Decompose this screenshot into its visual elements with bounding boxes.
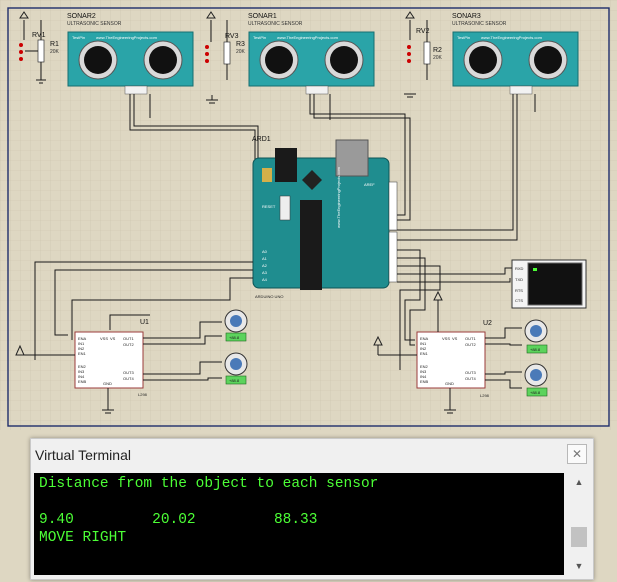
svg-text:+88.8: +88.8 <box>530 347 541 352</box>
svg-text:RESET: RESET <box>262 204 276 209</box>
virtual-terminal-window[interactable]: Virtual Terminal ✕ Distance from the obj… <box>30 438 594 580</box>
svg-text:OUT2: OUT2 <box>465 342 476 347</box>
svg-text:RXD: RXD <box>515 266 524 271</box>
svg-text:VS: VS <box>110 336 116 341</box>
svg-text:CTS: CTS <box>515 298 523 303</box>
driver-u1-part: L298 <box>138 392 148 397</box>
svg-text:www.TheEngineeringProjects.com: www.TheEngineeringProjects.com <box>277 35 339 40</box>
svg-text:VS: VS <box>452 336 458 341</box>
driver-u1-ref: U1 <box>140 319 149 326</box>
svg-text:+88.8: +88.8 <box>229 335 240 340</box>
svg-text:+88.8: +88.8 <box>530 390 541 395</box>
svg-text:OUT2: OUT2 <box>123 342 134 347</box>
svg-text:VSS: VSS <box>100 336 108 341</box>
sonar3-name: SONAR3 <box>452 13 481 20</box>
sonar2-name: SONAR2 <box>67 13 96 20</box>
virtual-terminal-component[interactable]: RXD TXD RTS CTS <box>511 259 587 309</box>
svg-text:OUT3: OUT3 <box>123 370 134 375</box>
chevron-down-icon[interactable]: ▼ <box>568 557 590 575</box>
terminal-line: Distance from the object to each sensor <box>39 476 379 492</box>
svg-text:20K: 20K <box>50 49 60 55</box>
svg-text:OUT4: OUT4 <box>465 376 476 381</box>
terminal-scrollbar[interactable]: ▲ ▼ <box>568 473 590 575</box>
svg-text:R3: R3 <box>236 41 245 48</box>
svg-text:RTS: RTS <box>515 288 523 293</box>
svg-text:OUT4: OUT4 <box>123 376 134 381</box>
arduino-name: ARDUINO UNO <box>255 294 283 299</box>
svg-text:20K: 20K <box>236 49 246 55</box>
motor-2[interactable]: +88.8 <box>224 352 248 385</box>
close-icon[interactable]: ✕ <box>567 444 587 464</box>
svg-text:20K: 20K <box>433 55 443 61</box>
terminal-line: 9.40 20.02 88.33 <box>39 512 318 528</box>
scrollbar-thumb[interactable] <box>571 527 587 547</box>
driver-u2-part: L298 <box>480 393 490 398</box>
terminal-line: MOVE RIGHT <box>39 530 127 546</box>
sonar3-type: ULTRASONIC SENSOR <box>452 21 507 27</box>
svg-text:EN1: EN1 <box>420 351 429 356</box>
svg-text:TestPin: TestPin <box>72 35 85 40</box>
svg-text:AREF: AREF <box>364 182 375 187</box>
svg-text:TestPin: TestPin <box>253 35 266 40</box>
arduino-uno[interactable]: ARD1 AREF RESET A0 A1 A2 A3 A4 ARDUINO U… <box>252 136 398 299</box>
motor-1[interactable]: +88.8 <box>224 309 248 342</box>
svg-text:A2: A2 <box>262 263 268 268</box>
svg-text:EN1: EN1 <box>78 351 87 356</box>
svg-text:GND: GND <box>103 381 112 386</box>
sonar1-type: ULTRASONIC SENSOR <box>248 21 303 27</box>
arduino-brand: www.TheEngineeringProjects.com <box>336 166 341 228</box>
svg-text:RV2: RV2 <box>416 28 430 35</box>
svg-text:ENB: ENB <box>78 379 87 384</box>
svg-text:+88.8: +88.8 <box>229 378 240 383</box>
sonar1-name: SONAR1 <box>248 13 277 20</box>
svg-text:OUT3: OUT3 <box>465 370 476 375</box>
svg-text:OUT1: OUT1 <box>465 336 476 341</box>
svg-text:A4: A4 <box>262 277 268 282</box>
svg-text:TestPin: TestPin <box>457 35 470 40</box>
motor-3[interactable]: +88.8 <box>524 319 548 354</box>
schematic-canvas[interactable]: SONAR2 ULTRASONIC SENSOR TestPin www.The… <box>0 0 617 430</box>
svg-text:A1: A1 <box>262 256 268 261</box>
svg-text:R2: R2 <box>433 47 442 54</box>
terminal-screen[interactable]: Distance from the object to each sensor … <box>34 473 564 575</box>
svg-text:OUT1: OUT1 <box>123 336 134 341</box>
sonar2-type: ULTRASONIC SENSOR <box>67 21 122 27</box>
svg-text:ENB: ENB <box>420 379 429 384</box>
arduino-ref: ARD1 <box>252 136 271 143</box>
svg-text:VSS: VSS <box>442 336 450 341</box>
motor-4[interactable]: +88.8 <box>524 363 548 397</box>
chevron-up-icon[interactable]: ▲ <box>568 473 590 491</box>
svg-text:RV1: RV1 <box>32 32 46 39</box>
svg-text:GND: GND <box>445 381 454 386</box>
driver-u2-ref: U2 <box>483 320 492 327</box>
svg-text:www.TheEngineeringProjects.com: www.TheEngineeringProjects.com <box>481 35 543 40</box>
svg-text:www.TheEngineeringProjects.com: www.TheEngineeringProjects.com <box>96 35 158 40</box>
svg-text:TXD: TXD <box>515 277 523 282</box>
terminal-title: Virtual Terminal <box>35 447 131 463</box>
svg-text:R1: R1 <box>50 41 59 48</box>
svg-text:A0: A0 <box>262 249 268 254</box>
svg-text:A3: A3 <box>262 270 268 275</box>
